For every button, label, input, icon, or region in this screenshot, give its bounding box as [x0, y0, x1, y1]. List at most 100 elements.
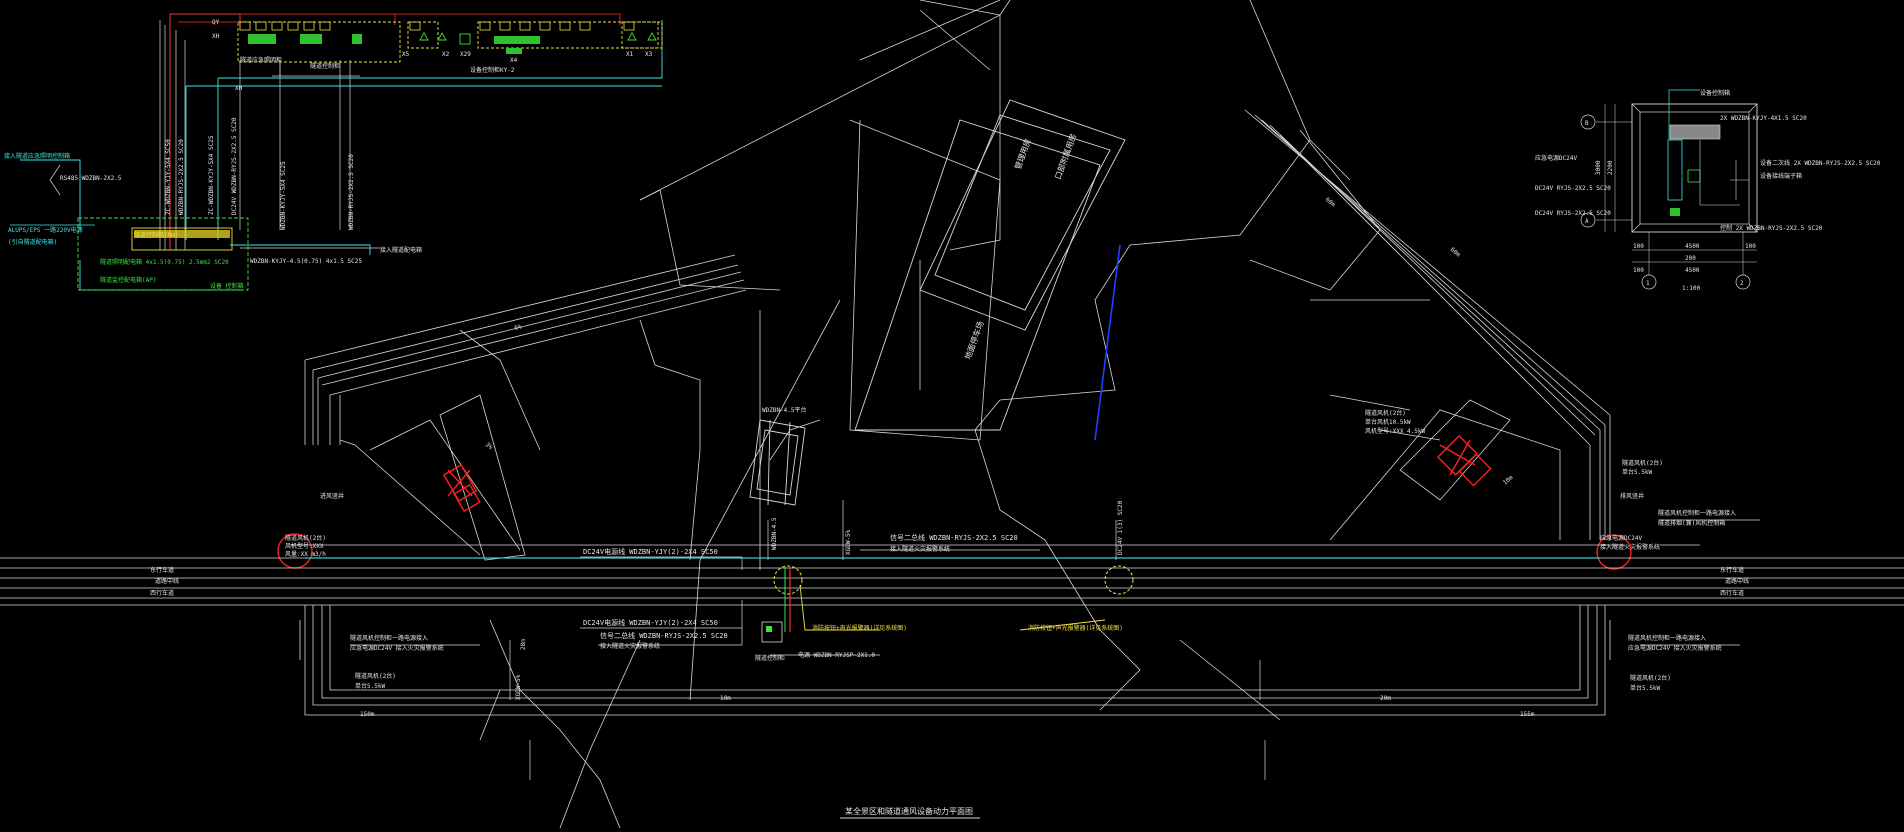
- dim-6: 3000: [1595, 160, 1602, 175]
- road-left-0: 东行车道: [150, 566, 174, 574]
- road-right-0: 东行车道: [1720, 566, 1744, 574]
- label-x4: X4: [510, 57, 518, 64]
- right-note-1: 单台5.5kW: [1622, 468, 1652, 476]
- box-line-0: 隧道照明配电箱 4x1.5(0.75) 2.5mm2 SC20: [100, 258, 229, 266]
- axis-1: 1: [1646, 280, 1650, 287]
- building-outline: [854, 99, 1126, 431]
- center-platform-device: [749, 419, 806, 506]
- label-xh-mid: XH: [235, 85, 243, 92]
- yellow-leaders: [799, 584, 1106, 631]
- fan-right-0: 隧道风机(2台): [1365, 409, 1406, 417]
- right-note-3: 隧道排烟(兼)风机控制箱: [1658, 519, 1725, 527]
- right-note-5: 接入隧道火灾报警系统: [1600, 543, 1660, 551]
- dim-text-7: 20m: [1380, 695, 1391, 702]
- left-bottom-note-1: 应急电源DC24V 接入火灾报警系统: [350, 644, 444, 652]
- fan-left-2: 风量:XX m3/h: [285, 551, 326, 558]
- dim-text-5: 28m: [520, 639, 527, 650]
- cable-leaders: [350, 429, 1760, 656]
- road-left-1: 道路中线: [155, 577, 179, 585]
- right-note-0: 隧道风机(2台): [1622, 459, 1663, 467]
- dim-5: 100: [1633, 267, 1644, 274]
- dim-3: 200: [1685, 255, 1696, 262]
- dp-caption: 1:100: [1682, 285, 1700, 292]
- sub-caption-3: 设备控制柜KY-2: [470, 66, 515, 74]
- dp-note-3: DC24V RYJS-2X2.5 SC20: [1535, 185, 1611, 192]
- box-line-2: 设备 控制箱: [210, 282, 244, 290]
- schematic-cable-3: DC24V WDZBN-RYJS-2X2.5 SC20: [231, 117, 238, 215]
- box-label: 隧道控制箱(Mm): [134, 231, 178, 239]
- label-xh: XH: [212, 33, 220, 40]
- dim-2: 100: [1745, 243, 1756, 250]
- fan-left-icon: [442, 464, 481, 513]
- right-note: 接入隧道配电箱: [380, 246, 422, 254]
- dim-text-3: 3%: [484, 441, 494, 451]
- dim-text-8: 150m: [360, 711, 375, 718]
- vtag-2: DC24V 1(3) SC20: [1117, 500, 1124, 555]
- schematic-cable-5: WDZBN-RYJS-2X2.5 SC20: [348, 154, 355, 230]
- cable-d: 信号二总线 WDZBN-RYJS-2X2.5 SC20: [600, 631, 728, 640]
- cad-drawing-canvas[interactable]: 某全景区和隧道通风设备动力平面图 QY XH XH X5 X2 X29 X1 X…: [0, 0, 1904, 829]
- small-box-label: 隧道控制柜: [755, 654, 785, 662]
- label-x5: X5: [402, 51, 410, 58]
- dp-note-7: 控制 2X WDZBN-RYJS-2X2.5 SC20: [1720, 224, 1823, 232]
- road-right-2: 西行车道: [1720, 589, 1744, 597]
- dp-note-4: 设备二次线 2X WDZBN-RYJS-2X2.5 SC20: [1760, 159, 1881, 167]
- drawing-svg: 某全景区和隧道通风设备动力平面图 QY XH XH X5 X2 X29 X1 X…: [0, 0, 1904, 829]
- drawing-title: 某全景区和隧道通风设备动力平面图: [845, 806, 973, 816]
- dp-note-0: 设备控制箱: [1700, 89, 1730, 97]
- left-bottom-note-3: 单台5.5kW: [355, 682, 385, 690]
- dim-4: 4500: [1685, 267, 1700, 274]
- left-bottom-note-2: 隧道风机(2台): [355, 672, 396, 680]
- blue-boundary-line: [1094, 244, 1121, 441]
- cable-d2: 接入隧道火灾报警系统: [600, 642, 660, 650]
- center-small-box: [761, 621, 783, 643]
- device-marker-center: [773, 565, 803, 595]
- label-x1: X1: [626, 51, 634, 58]
- cable-b2: 接入隧道火灾报警系统: [890, 545, 950, 553]
- right-note-2: 隧道风机控制柜一路电源接入: [1658, 509, 1736, 517]
- yellow-label-1: 消防按钮+声光报警器(详见系统图): [812, 624, 907, 632]
- road-left-2: 西行车道: [150, 589, 174, 597]
- schematic-cable-4: WDZBN-KYJY-5X4 SC25: [280, 161, 287, 230]
- label-x3: X3: [645, 51, 653, 58]
- fan-right-2: 风机型号:XXX 4.5kW: [1365, 427, 1426, 435]
- left-note-0: 接入隧道应急照明控制箱: [4, 152, 70, 160]
- dim-text-6: 10m: [720, 695, 731, 702]
- right-diagonal-structure: [1244, 109, 1611, 540]
- building-label-1: 管理用房: [1012, 137, 1032, 170]
- dim-1: 4500: [1685, 243, 1700, 250]
- right-bottom-note-1: 应急电源DC24V 接入火灾报警系统: [1628, 644, 1722, 652]
- schematic-bottom-cable: WDZBN-KYJY-4.5(0.75) 4x1.5 SC25: [250, 258, 362, 265]
- fan-left-1: 风机型号:XXX: [285, 542, 324, 550]
- dim-0: 100: [1633, 243, 1644, 250]
- cable-b: 信号二总线 WDZBN-RYJS-2X2.5 SC20: [890, 533, 1018, 542]
- schematic-cable-0: ZC-WDZBN-YJY-5X4 SC50: [165, 139, 172, 215]
- duct-label-0: 进风竖井: [320, 492, 344, 500]
- schematic-cable-2: ZC-WDZBN-KYJY-5X4 SC25: [208, 135, 215, 215]
- dim-text-0: 6%: [514, 323, 523, 332]
- axis-b: B: [1585, 120, 1589, 127]
- sub-caption-2: 隧道控制柜: [310, 62, 340, 70]
- axis-2: 2: [1740, 280, 1744, 287]
- cable-c: DC24V电源线 WDZBN-YJY(2)-2X4 SC50: [583, 618, 718, 627]
- right-bottom-note-0: 隧道风机控制柜一路电源接入: [1628, 634, 1706, 642]
- vtag-3: XGDW-5%: [515, 674, 522, 700]
- left-duct: [339, 394, 526, 561]
- vtag-1: XGDW-5%: [845, 529, 852, 555]
- cable-a: DC24V电源线 WDZBN-YJY(2)-2X4 SC50: [583, 547, 718, 556]
- platform-plaque: WDZBN-4.5平台: [762, 406, 807, 414]
- sub-caption-1: 隧道应急照明柜: [240, 56, 282, 64]
- left-bottom-note-0: 隧道风机控制柜一路电源接入: [350, 634, 428, 642]
- schematic-cable-1: WDZBN-RYJS-2X2.5 SC20: [178, 139, 185, 215]
- right-bottom-note-2: 隧道风机(2台): [1630, 674, 1671, 682]
- label-x29: X29: [460, 51, 471, 58]
- terrain-outlines: [459, 0, 1430, 829]
- yellow-label-2: 消防按钮+声光报警器(详见系统图): [1028, 624, 1123, 632]
- fan-symbols: [442, 434, 1492, 513]
- dim-text-2: 60m: [1324, 196, 1337, 209]
- left-note-2: ALUPS/EPS 一路220V电源: [8, 226, 83, 234]
- right-note-4: 应急电源DC24V: [1600, 534, 1642, 542]
- dim-7: 2200: [1607, 160, 1614, 175]
- dp-note-2: 应急电源DC24V: [1535, 154, 1577, 162]
- dp-note-1: 2X WDZBN-KYJY-4X1.5 SC20: [1720, 115, 1807, 122]
